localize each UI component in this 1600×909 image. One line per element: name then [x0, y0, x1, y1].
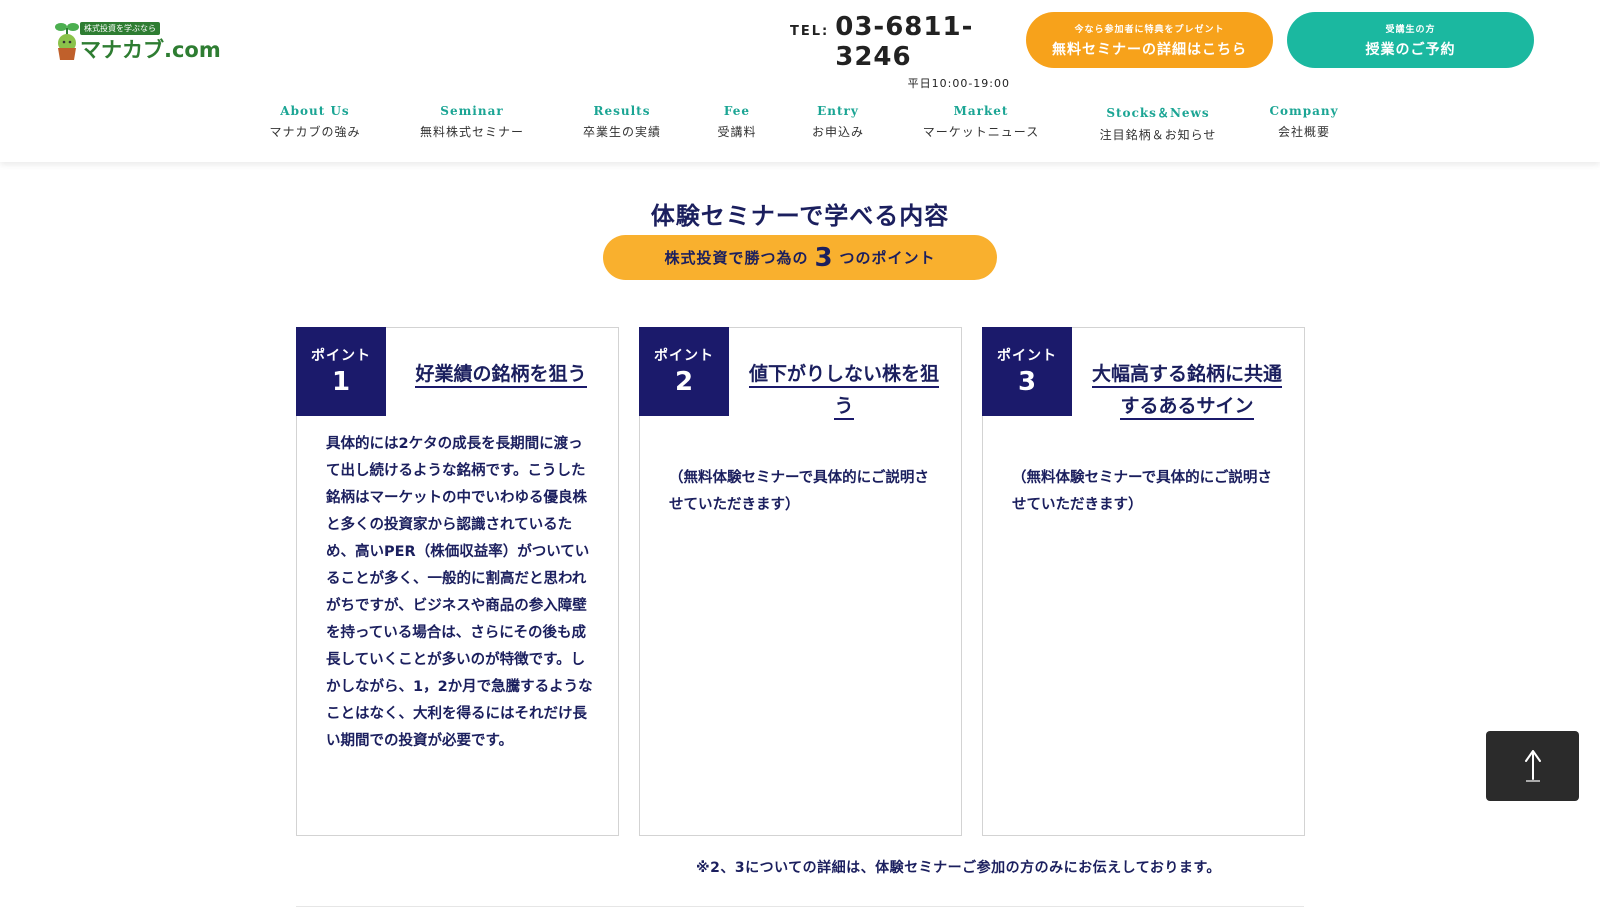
point-card-1: ポイント 1 好業績の銘柄を狙う 具体的には2ケタの成長を長期間に渡って出し続け… — [296, 327, 619, 836]
sprout-icon — [55, 23, 79, 60]
points-pill: 株式投資で勝つ為の 3 つのポイント — [603, 235, 997, 280]
tel-label: TEL: — [790, 24, 830, 39]
main-nav: About Us マナカブの強み Seminar 無料株式セミナー Result… — [0, 104, 1600, 148]
nav-item-ja: マナカブの強み — [269, 125, 361, 139]
point-card-3: ポイント 3 大幅高する銘柄に共通するあるサイン （無料体験セミナーで具体的にご… — [982, 327, 1305, 836]
point-title-text: 好業績の銘柄を狙う — [415, 363, 587, 388]
section-title: 体験セミナーで学べる内容 — [650, 202, 950, 230]
nav-item-market[interactable]: Market マーケットニュース — [923, 104, 1039, 140]
point-title-text: 値下がりしない株を狙う — [748, 363, 939, 420]
nav-item-ja: 受講料 — [717, 125, 757, 139]
free-seminar-button-subtext: 今なら参加者に特典をプレゼント — [1074, 24, 1225, 35]
nav-item-en: Seminar — [440, 104, 504, 118]
nav-item-ja: お申込み — [811, 125, 865, 139]
phone-contact: TEL: 03-6811-3246 平日10:00-19:00 — [790, 12, 1010, 91]
nav-item-ja: 会社概要 — [1277, 125, 1330, 139]
point-description: （無料体験セミナーで具体的にご説明させていただきます） — [1012, 470, 1272, 513]
point-title: 大幅高する銘柄に共通するあるサイン — [1087, 358, 1287, 422]
nav-item-en: Stocks＆News — [1106, 106, 1210, 120]
point-badge: ポイント 3 — [982, 327, 1072, 416]
point-badge: ポイント 2 — [639, 327, 729, 416]
nav-item-fee[interactable]: Fee 受講料 — [717, 104, 756, 140]
nav-item-en: Results — [593, 104, 651, 118]
nav-item-en: Fee — [723, 104, 751, 118]
arrow-up-icon — [1524, 750, 1541, 782]
nav-item-about-us[interactable]: About Us マナカブの強み — [269, 104, 360, 140]
site-logo[interactable]: 株式投資を学ぶなら マナカブ.com — [54, 18, 221, 62]
pill-number: 3 — [814, 242, 834, 273]
nav-item-entry[interactable]: Entry お申込み — [812, 104, 864, 140]
free-seminar-button[interactable]: 今なら参加者に特典をプレゼント 無料セミナーの詳細はこちら — [1026, 12, 1273, 68]
badge-label: ポイント — [997, 348, 1057, 364]
back-to-top-button[interactable] — [1486, 731, 1579, 801]
nav-item-company[interactable]: Company 会社概要 — [1269, 104, 1338, 140]
tel-number[interactable]: 03-6811-3246 — [835, 12, 1010, 72]
site-header: 株式投資を学ぶなら マナカブ.com TEL: 03-6811-3246 平日1… — [0, 0, 1600, 162]
nav-item-ja: 無料株式セミナー — [419, 125, 525, 139]
nav-item-seminar[interactable]: Seminar 無料株式セミナー — [420, 104, 524, 140]
point-title-text: 大幅高する銘柄に共通するあるサイン — [1091, 363, 1282, 420]
nav-item-results[interactable]: Results 卒業生の実績 — [583, 104, 661, 140]
nav-item-ja: 注目銘柄＆お知らせ — [1099, 128, 1217, 142]
point-title: 好業績の銘柄を狙う — [401, 358, 601, 390]
point-description: 具体的には2ケタの成長を長期間に渡って出し続けるような銘柄です。こうした銘柄はマ… — [326, 436, 593, 749]
nav-item-ja: マーケットニュース — [922, 125, 1040, 139]
nav-item-stocks-news[interactable]: Stocks＆News 注目銘柄＆お知らせ — [1100, 104, 1217, 143]
badge-number: 3 — [1017, 367, 1037, 397]
pill-text-before: 株式投資で勝つ為の — [664, 249, 809, 267]
footnote: ※2、3についての詳細は、体験セミナーご参加の方のみにお伝えしております。 — [696, 860, 1221, 876]
free-seminar-button-label: 無料セミナーの詳細はこちら — [1052, 41, 1247, 58]
point-badge: ポイント 1 — [296, 327, 386, 416]
point-card-2: ポイント 2 値下がりしない株を狙う （無料体験セミナーで具体的にご説明させてい… — [639, 327, 962, 836]
pill-text-after: つのポイント — [839, 249, 936, 267]
divider — [296, 906, 1304, 907]
nav-item-en: About Us — [280, 104, 350, 118]
class-reservation-button-subtext: 受講生の方 — [1385, 24, 1436, 35]
nav-item-en: Market — [953, 104, 1009, 118]
nav-item-en: Company — [1269, 104, 1339, 118]
point-description: （無料体験セミナーで具体的にご説明させていただきます） — [669, 470, 929, 513]
point-title: 値下がりしない株を狙う — [744, 358, 944, 422]
nav-item-ja: 卒業生の実績 — [582, 125, 662, 139]
badge-number: 2 — [674, 367, 694, 397]
class-reservation-button-label: 授業のご予約 — [1365, 41, 1456, 58]
badge-label: ポイント — [654, 348, 714, 364]
business-hours: 平日10:00-19:00 — [907, 77, 1010, 90]
badge-number: 1 — [331, 367, 351, 397]
badge-label: ポイント — [311, 348, 371, 364]
nav-item-en: Entry — [817, 104, 859, 118]
class-reservation-button[interactable]: 受講生の方 授業のご予約 — [1287, 12, 1534, 68]
logo-name: マナカブ.com — [80, 38, 221, 62]
